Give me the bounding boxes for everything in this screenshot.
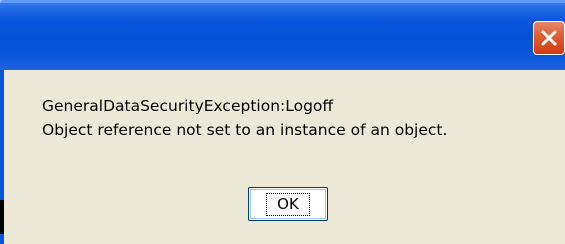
error-dialog: GeneralDataSecurityException:Logoff Obje… (0, 0, 565, 244)
close-button[interactable] (533, 21, 565, 55)
error-message: GeneralDataSecurityException:Logoff Obje… (42, 94, 447, 142)
error-message-line: Object reference not set to an instance … (42, 121, 448, 139)
window-frame-edge (0, 200, 4, 234)
title-bar[interactable] (0, 0, 565, 70)
ok-button[interactable]: OK (248, 187, 328, 221)
error-message-line: GeneralDataSecurityException:Logoff (42, 97, 334, 115)
close-icon (540, 29, 558, 47)
ok-button-label: OK (266, 192, 310, 216)
